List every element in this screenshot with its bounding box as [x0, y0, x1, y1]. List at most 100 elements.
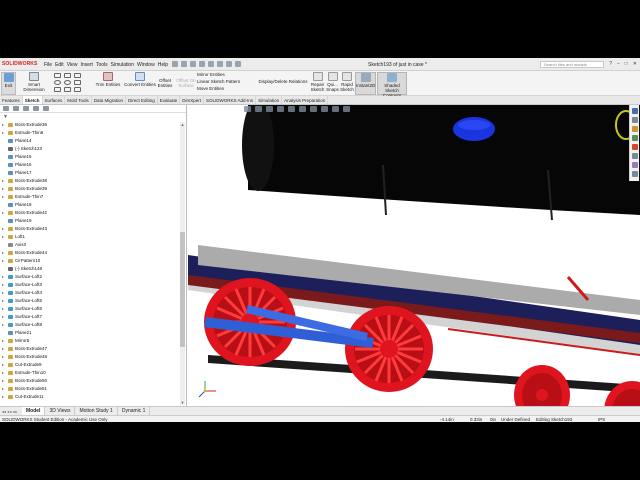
expand-arrow-icon[interactable]: ▸ [2, 361, 4, 369]
units-selector[interactable]: IPS [598, 417, 605, 422]
tab-direct-editing[interactable]: Direct Editing [126, 96, 158, 104]
feature-tree-scrollbar[interactable]: ▲ ▼ [180, 122, 185, 405]
feature-tree-item[interactable]: ▸ Extrude-Thin6 [0, 129, 178, 137]
expand-arrow-icon[interactable]: ▸ [2, 305, 4, 313]
tab-dynamic-1[interactable]: Dynamic 1 [118, 407, 151, 415]
expand-arrow-icon[interactable]: ▸ [2, 249, 4, 257]
expand-arrow-icon[interactable]: ▸ [2, 281, 4, 289]
menu-view[interactable]: View [67, 62, 78, 68]
ellipse-icon[interactable] [64, 87, 71, 92]
feature-tree-item[interactable]: ▸ Boss-Extrude44 [0, 249, 178, 257]
scene-icon[interactable] [332, 106, 339, 112]
feature-tree-item[interactable]: ▸ CirPattern10 [0, 257, 178, 265]
feature-tree-item[interactable]: ▸ Surface-Loft6 [0, 305, 178, 313]
arc-icon[interactable] [64, 80, 71, 85]
feature-tree-item[interactable]: ▸ Boss-Extrude51 [0, 385, 178, 393]
expand-arrow-icon[interactable]: ▸ [2, 209, 4, 217]
feature-tree-item[interactable]: ▸ Cut-Extrude11 [0, 393, 178, 401]
feature-tree-item[interactable]: ▸ Surface-Loft4 [0, 289, 178, 297]
display-manager-icon[interactable] [43, 106, 49, 111]
expand-arrow-icon[interactable]: ▸ [2, 177, 4, 185]
feature-tree-item[interactable]: (-) Sketch123 [0, 145, 178, 153]
expand-arrow-icon[interactable]: ▸ [2, 233, 4, 241]
fillet-icon[interactable] [74, 87, 81, 92]
rebuild-icon[interactable] [226, 61, 232, 67]
previous-view-icon[interactable] [266, 106, 273, 112]
hide-show-icon[interactable] [310, 106, 317, 112]
tab-solidworks-add-ins[interactable]: SOLIDWORKS Add-Ins [204, 96, 257, 104]
expand-arrow-icon[interactable]: ▸ [2, 337, 4, 345]
file-explorer-icon[interactable] [631, 135, 638, 141]
solidworks-logo[interactable]: SOLIDWORKS [2, 61, 37, 67]
menu-window[interactable]: Window [137, 62, 155, 68]
feature-tree-item[interactable]: ▸ Mirror5 [0, 337, 178, 345]
polygon-icon[interactable] [74, 80, 81, 85]
feature-tree-item[interactable]: ▸ Surface-Loft3 [0, 281, 178, 289]
trim-entities-button[interactable]: Trim Entities [94, 72, 122, 87]
rectangle-icon[interactable] [64, 73, 71, 78]
expand-arrow-icon[interactable]: ▸ [2, 289, 4, 297]
menu-edit[interactable]: Edit [55, 62, 64, 68]
line-icon[interactable] [54, 73, 61, 78]
expand-arrow-icon[interactable]: ▸ [2, 297, 4, 305]
instant2d-button[interactable]: Instant2D [355, 72, 376, 95]
feature-tree-item[interactable]: ▸ Boss-Extrude43 [0, 225, 178, 233]
save-icon[interactable] [190, 61, 196, 67]
feature-tree-item[interactable]: Plane15 [0, 153, 178, 161]
feature-tree-item[interactable]: ▸ Surface-Loft8 [0, 321, 178, 329]
circle-icon[interactable] [54, 80, 61, 85]
zoom-fit-icon[interactable] [244, 106, 251, 112]
expand-arrow-icon[interactable]: ▸ [2, 313, 4, 321]
tab-features[interactable]: Features [0, 96, 23, 104]
tab-model[interactable]: Model [22, 407, 46, 415]
feature-tree-item[interactable]: ▸ Surface-Loft7 [0, 313, 178, 321]
feature-tree-item[interactable]: ▸ Surface-Loft2 [0, 273, 178, 281]
offset-on-surface-button[interactable]: Offset On Surface [175, 78, 197, 88]
display-delete-relations-button[interactable]: Display/Delete Relations [256, 79, 310, 84]
linear-sketch-pattern-button[interactable]: Linear Sketch Pattern [197, 79, 253, 84]
expand-arrow-icon[interactable]: ▸ [2, 321, 4, 329]
expand-arrow-icon[interactable]: ▸ [2, 273, 4, 281]
shaded-sketch-contours-button[interactable]: Shaded Sketch Contours [377, 72, 407, 98]
menu-tools[interactable]: Tools [96, 62, 108, 68]
scroll-up-icon[interactable]: ▲ [180, 122, 185, 127]
tab-3d-views[interactable]: 3D Views [45, 407, 76, 415]
expand-arrow-icon[interactable]: ▸ [2, 385, 4, 393]
view-palette-icon[interactable] [631, 144, 638, 150]
menu-simulation[interactable]: Simulation [111, 62, 134, 68]
menu-insert[interactable]: Insert [80, 62, 93, 68]
expand-arrow-icon[interactable]: ▸ [2, 225, 4, 233]
feature-tree-item[interactable]: ▸ Boss-Extrude47 [0, 345, 178, 353]
feature-tree-item[interactable]: Plane21 [0, 329, 178, 337]
expand-arrow-icon[interactable]: ▸ [2, 185, 4, 193]
feature-tree-item[interactable]: ▸ Boss-Extrude42 [0, 209, 178, 217]
design-library-icon[interactable] [631, 126, 638, 132]
move-entities-button[interactable]: Move Entities [197, 86, 245, 91]
section-view-icon[interactable] [277, 106, 284, 112]
feature-tree-item[interactable]: ▸ Boss-Extrude36 [0, 121, 178, 129]
view-orientation-icon[interactable] [288, 106, 295, 112]
tab-sketch[interactable]: Sketch [22, 96, 43, 104]
expand-arrow-icon[interactable]: ▸ [2, 121, 4, 129]
feature-tree-item[interactable]: ▸ Boss-Extrude48 [0, 353, 178, 361]
help-icon[interactable]: ? [609, 61, 612, 67]
appearance-icon[interactable] [321, 106, 328, 112]
tab-dimxpert[interactable]: DimXpert [180, 96, 205, 104]
tab-motion-study-1[interactable]: Motion Study 1 [75, 407, 118, 415]
feature-tree-item[interactable]: (-) Sketch148 [0, 265, 178, 273]
graphics-area[interactable] [188, 105, 640, 406]
feature-tree-item[interactable]: Axis3 [0, 241, 178, 249]
feature-tree-item[interactable]: ▸ Extrude-Thin10 [0, 369, 178, 377]
view-settings-icon[interactable] [343, 106, 350, 112]
expand-arrow-icon[interactable]: ▸ [2, 393, 4, 401]
dimxpert-icon[interactable] [33, 106, 39, 111]
print-icon[interactable] [199, 61, 205, 67]
smart-dimension-button[interactable]: Smart Dimension [17, 72, 51, 92]
appearances-icon[interactable] [631, 153, 638, 159]
expand-arrow-icon[interactable]: ▸ [2, 129, 4, 137]
expand-arrow-icon[interactable]: ▸ [2, 377, 4, 385]
feature-tree-item[interactable]: Plane18 [0, 201, 178, 209]
tab-analysis-preparation[interactable]: Analysis Preparation [282, 96, 329, 104]
quick-snaps-button[interactable]: Qui... Snaps [326, 72, 339, 92]
close-icon[interactable]: ✕ [633, 61, 637, 67]
